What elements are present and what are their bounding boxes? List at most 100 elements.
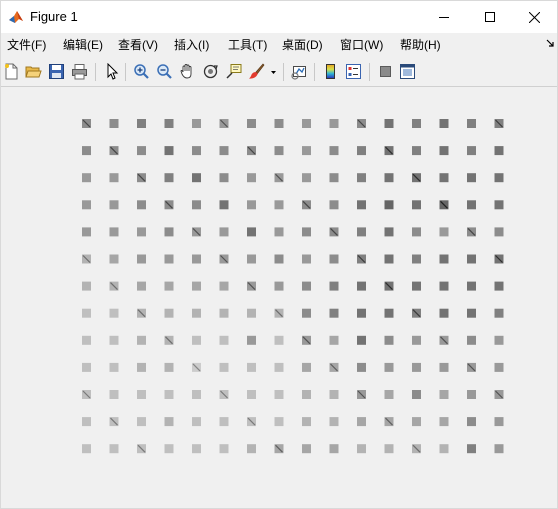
image-tile <box>82 281 91 291</box>
show-plot-tools-icon[interactable] <box>399 63 416 80</box>
image-tile <box>357 146 366 156</box>
image-tile <box>109 444 119 454</box>
image-tile <box>439 254 449 264</box>
image-tile <box>412 281 421 291</box>
image-tile <box>137 227 146 237</box>
image-tile <box>467 390 476 399</box>
image-tile <box>494 417 504 427</box>
image-tile <box>439 390 449 399</box>
image-tile <box>164 390 174 399</box>
maximize-button[interactable] <box>467 1 513 33</box>
image-tile <box>329 254 339 264</box>
image-tile <box>192 308 201 318</box>
image-tile <box>219 200 229 210</box>
image-tile <box>274 200 284 210</box>
close-button[interactable] <box>511 1 557 33</box>
figure-canvas[interactable] <box>1 88 557 508</box>
image-tile <box>384 390 394 399</box>
image-tile <box>439 417 449 427</box>
image-tile <box>274 119 284 128</box>
image-tile <box>412 335 421 345</box>
image-tile <box>109 173 119 183</box>
image-tile <box>357 173 366 183</box>
image-tile <box>357 417 366 427</box>
image-tile <box>192 200 201 210</box>
image-tile <box>467 444 476 454</box>
image-tile <box>219 281 229 291</box>
image-tile <box>82 227 91 237</box>
brush-icon[interactable] <box>248 63 265 80</box>
image-tile <box>384 444 394 454</box>
menu-bar: 文件(F) 编辑(E) 查看(V) 插入(I) 工具(T) 桌面(D) 窗口(W… <box>1 34 557 56</box>
image-tile <box>192 254 201 264</box>
image-tile <box>219 417 229 427</box>
brush-dropdown-icon[interactable] <box>269 63 278 80</box>
image-tile <box>274 362 284 372</box>
menu-help[interactable]: 帮助(H) <box>400 37 441 53</box>
pan-hand-icon[interactable] <box>179 63 196 80</box>
image-tile <box>439 308 449 318</box>
rotate-3d-icon[interactable] <box>202 63 219 80</box>
image-tile <box>247 308 256 318</box>
image-tile <box>302 308 311 318</box>
image-tile <box>137 390 146 399</box>
menu-edit[interactable]: 编辑(E) <box>63 37 103 53</box>
image-tile <box>494 362 504 372</box>
open-file-icon[interactable] <box>25 63 42 80</box>
image-tile <box>164 254 174 264</box>
hide-plot-tools-icon[interactable] <box>377 63 394 80</box>
image-tile <box>412 119 421 128</box>
image-tile <box>164 281 174 291</box>
image-tile <box>247 254 256 264</box>
image-tile <box>274 335 284 345</box>
image-tile <box>439 227 449 237</box>
image-tile <box>467 335 476 345</box>
image-tile <box>412 200 421 210</box>
edit-plot-arrow-icon[interactable] <box>103 63 120 80</box>
image-tile <box>329 444 339 454</box>
image-tile <box>137 281 146 291</box>
title-bar[interactable]: Figure 1 <box>1 1 557 33</box>
image-tile <box>82 173 91 183</box>
insert-colorbar-icon[interactable] <box>322 63 339 80</box>
image-tile <box>357 444 366 454</box>
insert-legend-icon[interactable] <box>345 63 362 80</box>
minimize-button[interactable] <box>421 1 467 33</box>
zoom-in-icon[interactable] <box>133 63 150 80</box>
image-tile <box>439 281 449 291</box>
image-tile <box>329 390 339 399</box>
image-tile <box>494 227 504 237</box>
image-tile <box>467 281 476 291</box>
zoom-out-icon[interactable] <box>156 63 173 80</box>
menu-insert[interactable]: 插入(I) <box>174 37 209 53</box>
window-title: Figure 1 <box>30 9 78 24</box>
print-icon[interactable] <box>71 63 88 80</box>
image-tile <box>219 444 229 454</box>
image-tile <box>274 254 284 264</box>
image-tile <box>357 200 366 210</box>
menu-desktop[interactable]: 桌面(D) <box>282 37 323 53</box>
image-tile <box>494 173 504 183</box>
image-tile <box>412 417 421 427</box>
image-tile <box>192 444 201 454</box>
dock-arrow-icon[interactable] <box>546 38 556 50</box>
data-cursor-icon[interactable] <box>225 63 242 80</box>
image-tile <box>439 119 449 128</box>
image-tile <box>82 308 91 318</box>
image-tile <box>329 417 339 427</box>
image-tile <box>302 254 311 264</box>
image-tile <box>329 200 339 210</box>
save-icon[interactable] <box>48 63 65 80</box>
menu-view[interactable]: 查看(V) <box>118 37 158 53</box>
menu-tools[interactable]: 工具(T) <box>228 37 267 53</box>
new-figure-icon[interactable] <box>3 63 20 80</box>
image-tile <box>329 308 339 318</box>
image-tile <box>329 335 339 345</box>
image-tile <box>494 281 504 291</box>
image-tile <box>494 444 504 454</box>
link-plot-icon[interactable] <box>291 63 308 80</box>
image-tile <box>164 362 174 372</box>
menu-file[interactable]: 文件(F) <box>7 37 46 53</box>
menu-window[interactable]: 窗口(W) <box>340 37 383 53</box>
image-tile <box>109 200 119 210</box>
